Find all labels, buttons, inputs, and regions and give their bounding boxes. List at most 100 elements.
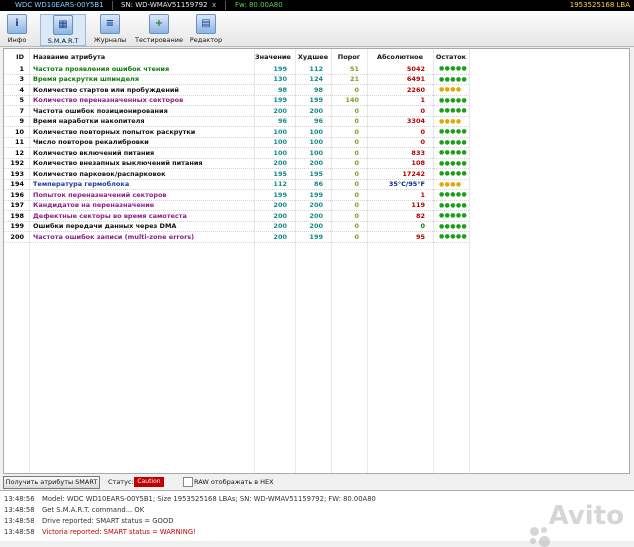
cell-name: Количество внезапных выключений питания <box>29 158 254 169</box>
logs-tab-button[interactable]: ≡ Журналы <box>92 14 128 44</box>
cell-worst: 199 <box>295 189 331 201</box>
table-row[interactable]: 192 Количество внезапных выключений пита… <box>4 158 469 169</box>
cell-id: 193 <box>4 168 29 180</box>
cell-health: ●●●● <box>433 116 469 127</box>
table-row[interactable]: 11 Число повторов рекалибровки 100 100 0… <box>4 137 469 148</box>
cell-raw: 1 <box>367 95 433 106</box>
cell-worst: 100 <box>295 126 331 138</box>
header-raw[interactable]: Абсолютное <box>367 49 433 64</box>
cell-raw: 5042 <box>367 64 433 75</box>
cell-value: 98 <box>254 84 295 96</box>
cell-threshold: 0 <box>331 200 367 211</box>
cell-value: 199 <box>254 64 295 75</box>
table-row[interactable]: 198 Дефектные секторы во время самотеста… <box>4 210 469 222</box>
header-worst[interactable]: Худшее <box>295 49 331 64</box>
header-name[interactable]: Название атрибута <box>29 49 254 64</box>
cell-value: 200 <box>254 105 295 117</box>
smart-tab-button[interactable]: ▦ S.M.A.R.T <box>40 14 86 46</box>
cell-worst: 100 <box>295 137 331 148</box>
cell-id: 10 <box>4 126 29 138</box>
smart-attributes-panel: ID Название атрибута Значение Худшее Пор… <box>3 48 630 474</box>
cell-health: ●●●●● <box>433 74 469 85</box>
header-threshold[interactable]: Порог <box>331 49 367 64</box>
table-row[interactable]: 197 Кандидатов на переназначение 200 200… <box>4 200 469 211</box>
cell-health: ●●●●● <box>433 168 469 180</box>
table-row[interactable]: 1 Частота проявления ошибок чтения 199 1… <box>4 64 469 75</box>
cell-name: Количество повторных попыток раскрутки <box>29 126 254 138</box>
table-row[interactable]: 9 Время наработки накопителя 96 96 0 330… <box>4 116 469 127</box>
logs-tab-label: Журналы <box>93 36 127 44</box>
table-row[interactable]: 4 Количество стартов или пробуждений 98 … <box>4 84 469 96</box>
get-smart-button[interactable]: Получить атрибуты SMART <box>3 476 100 489</box>
log-panel[interactable]: 13:48:56 Model: WDC WD10EARS-00Y5B1; Siz… <box>0 490 634 547</box>
cell-threshold: 140 <box>331 95 367 106</box>
raw-hex-checkbox[interactable] <box>183 477 193 487</box>
cell-value: 100 <box>254 137 295 148</box>
test-tab-button[interactable]: + Тестирование <box>134 14 184 44</box>
table-row[interactable]: 193 Количество парковок/распарковок 195 … <box>4 168 469 180</box>
table-row[interactable]: 196 Попыток переназначений секторов 199 … <box>4 189 469 201</box>
cell-health: ●●●●● <box>433 137 469 148</box>
cell-value: 200 <box>254 231 295 243</box>
cell-worst: 100 <box>295 147 331 159</box>
cell-worst: 200 <box>295 210 331 222</box>
cell-id: 9 <box>4 116 29 127</box>
cell-raw: 2260 <box>367 84 433 96</box>
table-row[interactable]: 12 Количество включений питания 100 100 … <box>4 147 469 159</box>
header-value[interactable]: Значение <box>254 49 295 64</box>
smart-attributes-table: ID Название атрибута Значение Худшее Пор… <box>4 49 469 243</box>
cell-value: 200 <box>254 210 295 222</box>
cell-name: Частота ошибок записи (multi-zone errors… <box>29 231 254 243</box>
close-drive-button[interactable]: x <box>212 0 216 11</box>
cell-id: 200 <box>4 231 29 243</box>
editor-tab-button[interactable]: ▤ Редактор <box>188 14 224 44</box>
cell-threshold: 0 <box>331 116 367 127</box>
cell-name: Количество включений питания <box>29 147 254 159</box>
cell-health: ●●●●● <box>433 231 469 243</box>
cell-worst: 86 <box>295 179 331 190</box>
info-tab-button[interactable]: i Инфо <box>2 14 32 44</box>
cell-id: 196 <box>4 189 29 201</box>
cell-raw: 3304 <box>367 116 433 127</box>
cell-value: 200 <box>254 158 295 169</box>
cell-raw: 95 <box>367 231 433 243</box>
cell-raw: 35°C/95°F <box>367 179 433 190</box>
cell-name: Количество стартов или пробуждений <box>29 84 254 96</box>
cell-threshold: 51 <box>331 64 367 75</box>
table-row[interactable]: 199 Ошибки передачи данных через DMA 200… <box>4 221 469 232</box>
table-row[interactable]: 7 Частота ошибок позиционирования 200 20… <box>4 105 469 117</box>
cell-name: Частота ошибок позиционирования <box>29 105 254 117</box>
info-tab-label: Инфо <box>7 36 27 44</box>
cell-threshold: 0 <box>331 105 367 117</box>
cell-id: 198 <box>4 210 29 222</box>
cell-health: ●●●●● <box>433 189 469 201</box>
raw-hex-label[interactable]: RAW отображать в HEX <box>194 478 274 486</box>
cell-worst: 199 <box>295 231 331 243</box>
cell-id: 12 <box>4 147 29 159</box>
smart-tab-label: S.M.A.R.T <box>47 37 79 45</box>
cell-raw: 119 <box>367 200 433 211</box>
smart-controls-bar: Получить атрибуты SMART Статус: Caution … <box>0 476 634 490</box>
cell-id: 3 <box>4 74 29 85</box>
smart-icon: ▦ <box>53 15 73 35</box>
editor-icon: ▤ <box>196 14 216 34</box>
table-row[interactable]: 194 Температура гермоблока 112 86 0 35°C… <box>4 179 469 190</box>
cell-raw: 833 <box>367 147 433 159</box>
cell-raw: 0 <box>367 105 433 117</box>
header-health[interactable]: Остаток <box>433 49 469 64</box>
cell-raw: 1 <box>367 189 433 201</box>
drive-lba-size: 1953525168 LBA <box>569 1 630 9</box>
cell-health: ●●●●● <box>433 147 469 159</box>
status-badge: Caution <box>134 477 164 487</box>
table-row[interactable]: 10 Количество повторных попыток раскрутк… <box>4 126 469 138</box>
cell-id: 11 <box>4 137 29 148</box>
header-id[interactable]: ID <box>4 49 29 64</box>
cell-threshold: 0 <box>331 158 367 169</box>
table-row[interactable]: 5 Количество переназначенных секторов 19… <box>4 95 469 106</box>
table-row[interactable]: 200 Частота ошибок записи (multi-zone er… <box>4 231 469 243</box>
cell-value: 199 <box>254 189 295 201</box>
table-row[interactable]: 3 Время раскрутки шпинделя 130 124 21 64… <box>4 74 469 85</box>
cell-id: 199 <box>4 221 29 232</box>
drive-model: WDC WD10EARS-00Y5B1 <box>15 1 104 9</box>
cell-threshold: 0 <box>331 210 367 222</box>
